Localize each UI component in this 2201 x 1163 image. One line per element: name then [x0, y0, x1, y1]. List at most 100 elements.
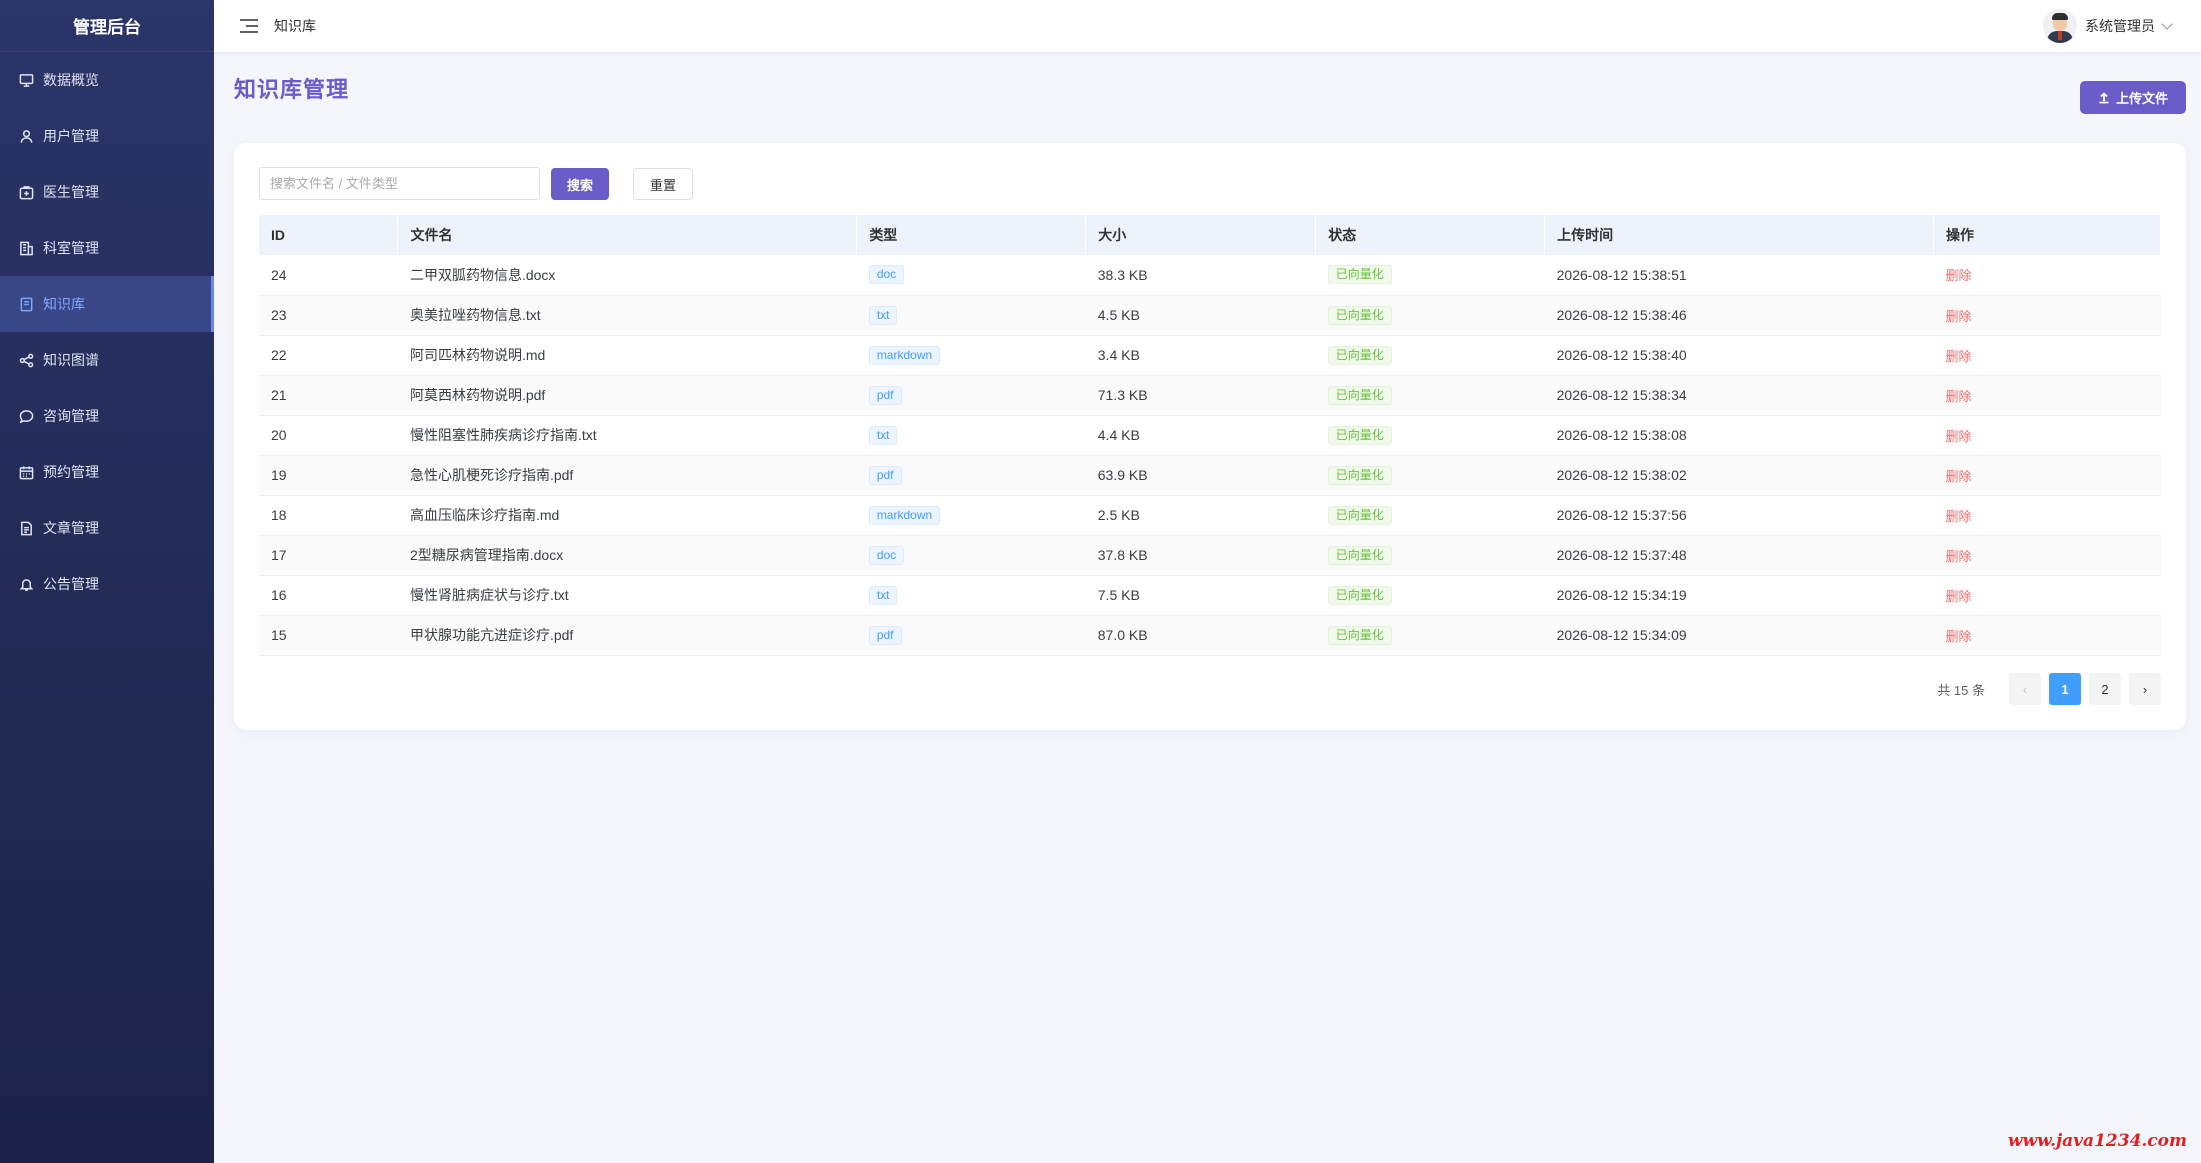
page-title: 知识库管理 — [234, 78, 350, 103]
cell-filename: 阿莫西林药物说明.pdf — [397, 375, 857, 416]
sidebar-item-articles[interactable]: 文章管理 — [0, 500, 214, 556]
column-header-size[interactable]: 大小 — [1085, 215, 1317, 255]
column-header-id[interactable]: ID — [259, 215, 399, 255]
type-badge: pdf — [868, 465, 902, 485]
table-row: 17 2型糖尿病管理指南.docx doc 37.8 KB 已向量化 2026-08-12… — [259, 535, 2161, 576]
cell-filename: 高血压临床诊疗指南.md — [397, 495, 857, 536]
delete-button[interactable]: 删除 — [1946, 429, 1972, 444]
knowledge-table-card: 搜索 重置 ID 文件名 类型 大小 状态 上传时间 操作 24二甲双胍药物信息… — [234, 143, 2186, 730]
sidebar-item-knowledge-graph[interactable]: 知识图谱 — [0, 332, 214, 388]
sidebar-item-label: 科室管理 — [43, 241, 99, 257]
column-header-upload-time[interactable]: 上传时间 — [1544, 215, 1935, 255]
upload-file-button[interactable]: 上传文件 — [2080, 81, 2186, 114]
cell-actions: 删除 — [1933, 455, 2161, 496]
cell-upload-time: 2026-08-12 15:34:09 — [1544, 615, 1934, 656]
type-badge: markdown — [868, 505, 941, 525]
sidebar-item-appointments[interactable]: 预约管理 — [0, 444, 214, 500]
type-badge: txt — [868, 305, 898, 325]
cell-type: markdown — [856, 495, 1086, 536]
sidebar-item-label: 公告管理 — [43, 577, 99, 593]
reset-button[interactable]: 重置 — [633, 168, 693, 200]
type-badge: markdown — [868, 345, 941, 365]
cell-actions: 删除 — [1933, 575, 2161, 616]
prev-page-button[interactable]: ‹ — [2009, 673, 2041, 705]
type-badge: txt — [868, 585, 898, 605]
sidebar-item-departments[interactable]: 科室管理 — [0, 220, 214, 276]
table-row: 18 高血压临床诊疗指南.md markdown 2.5 KB 已向量化 2026-08-… — [259, 495, 2161, 536]
search-button[interactable]: 搜索 — [551, 168, 609, 200]
cell-actions: 删除 — [1933, 495, 2161, 536]
column-header-filename[interactable]: 文件名 — [397, 215, 858, 255]
sidebar-item-announcements[interactable]: 公告管理 — [0, 556, 214, 612]
delete-button[interactable]: 删除 — [1946, 629, 1972, 644]
delete-button[interactable]: 删除 — [1946, 469, 1972, 484]
column-header-status[interactable]: 状态 — [1315, 215, 1546, 255]
table-row: 21 阿莫西林药物说明.pdf pdf 71.3 KB 已向量化 2026-08-12 1… — [259, 375, 2161, 416]
sidebar-item-label: 用户管理 — [43, 129, 99, 145]
table-header-row: ID 文件名 类型 大小 状态 上传时间 操作 — [259, 215, 2161, 255]
chat-icon — [18, 408, 34, 424]
cell-status: 已向量化 — [1315, 615, 1545, 656]
user-menu[interactable]: 系统管理员 — [2043, 0, 2173, 52]
document-icon — [18, 520, 34, 536]
collapse-menu-icon[interactable] — [240, 19, 258, 33]
cell-upload-time: 2026-08-12 15:38:51 — [1544, 255, 1934, 296]
cell-id: 20 — [259, 415, 398, 456]
cell-size: 87.0 KB — [1085, 615, 1316, 656]
table-body: 24 二甲双胍药物信息.docx doc 38.3 KB 已向量化 2026-08-12 … — [259, 255, 2161, 656]
sidebar-item-knowledge-base[interactable]: 知识库 — [0, 276, 214, 332]
cell-filename: 二甲双胍药物信息.docx — [397, 255, 857, 296]
cell-status: 已向量化 — [1315, 575, 1545, 616]
brand-title: 管理后台 — [0, 0, 214, 52]
cell-type: doc — [856, 535, 1086, 576]
column-header-type[interactable]: 类型 — [856, 215, 1087, 255]
cell-type: pdf — [856, 375, 1086, 416]
sidebar-item-dashboard[interactable]: 数据概览 — [0, 52, 214, 108]
status-badge: 已向量化 — [1327, 385, 1392, 405]
delete-button[interactable]: 删除 — [1946, 589, 1972, 604]
cell-status: 已向量化 — [1315, 415, 1545, 456]
bell-icon — [18, 576, 34, 592]
cell-id: 24 — [259, 255, 398, 296]
user-name: 系统管理员 — [2085, 19, 2155, 35]
next-page-button[interactable]: › — [2129, 673, 2161, 705]
cell-actions: 删除 — [1933, 335, 2161, 376]
pagination-total: 共 15 条 — [1937, 682, 1985, 698]
status-badge: 已向量化 — [1327, 625, 1392, 645]
sidebar-item-label: 知识图谱 — [43, 353, 99, 369]
cell-actions: 删除 — [1933, 615, 2161, 656]
sidebar-item-users[interactable]: 用户管理 — [0, 108, 214, 164]
search-input[interactable] — [259, 167, 540, 200]
cell-size: 38.3 KB — [1085, 255, 1316, 296]
status-badge: 已向量化 — [1327, 305, 1392, 325]
cell-id: 15 — [259, 615, 398, 656]
knowledge-table: ID 文件名 类型 大小 状态 上传时间 操作 24 二甲双胍药物信息.docx d… — [259, 215, 2161, 656]
delete-button[interactable]: 删除 — [1946, 268, 1972, 283]
page-1-button[interactable]: 1 — [2049, 673, 2081, 705]
column-header-actions: 操作 — [1933, 215, 2161, 255]
cell-size: 63.9 KB — [1085, 455, 1316, 496]
cell-actions: 删除 — [1933, 295, 2161, 336]
cell-id: 16 — [259, 575, 398, 616]
page-2-button[interactable]: 2 — [2089, 673, 2121, 705]
delete-button[interactable]: 删除 — [1946, 389, 1972, 404]
sidebar-item-label: 文章管理 — [43, 521, 99, 537]
cell-upload-time: 2026-08-12 15:38:40 — [1544, 335, 1934, 376]
delete-button[interactable]: 删除 — [1946, 549, 1972, 564]
sidebar-item-doctors[interactable]: 医生管理 — [0, 164, 214, 220]
cell-upload-time: 2026-08-12 15:34:19 — [1544, 575, 1934, 616]
cell-type: txt — [856, 575, 1086, 616]
cell-type: txt — [856, 415, 1086, 456]
sidebar-item-consultations[interactable]: 咨询管理 — [0, 388, 214, 444]
delete-button[interactable]: 删除 — [1946, 349, 1972, 364]
delete-button[interactable]: 删除 — [1946, 309, 1972, 324]
cell-size: 2.5 KB — [1085, 495, 1316, 536]
cell-size: 37.8 KB — [1085, 535, 1316, 576]
type-badge: pdf — [868, 625, 902, 645]
delete-button[interactable]: 删除 — [1946, 509, 1972, 524]
calendar-icon — [18, 464, 34, 480]
cell-id: 17 — [259, 535, 398, 576]
cell-id: 21 — [259, 375, 398, 416]
monitor-icon — [18, 72, 34, 88]
cell-id: 19 — [259, 455, 398, 496]
